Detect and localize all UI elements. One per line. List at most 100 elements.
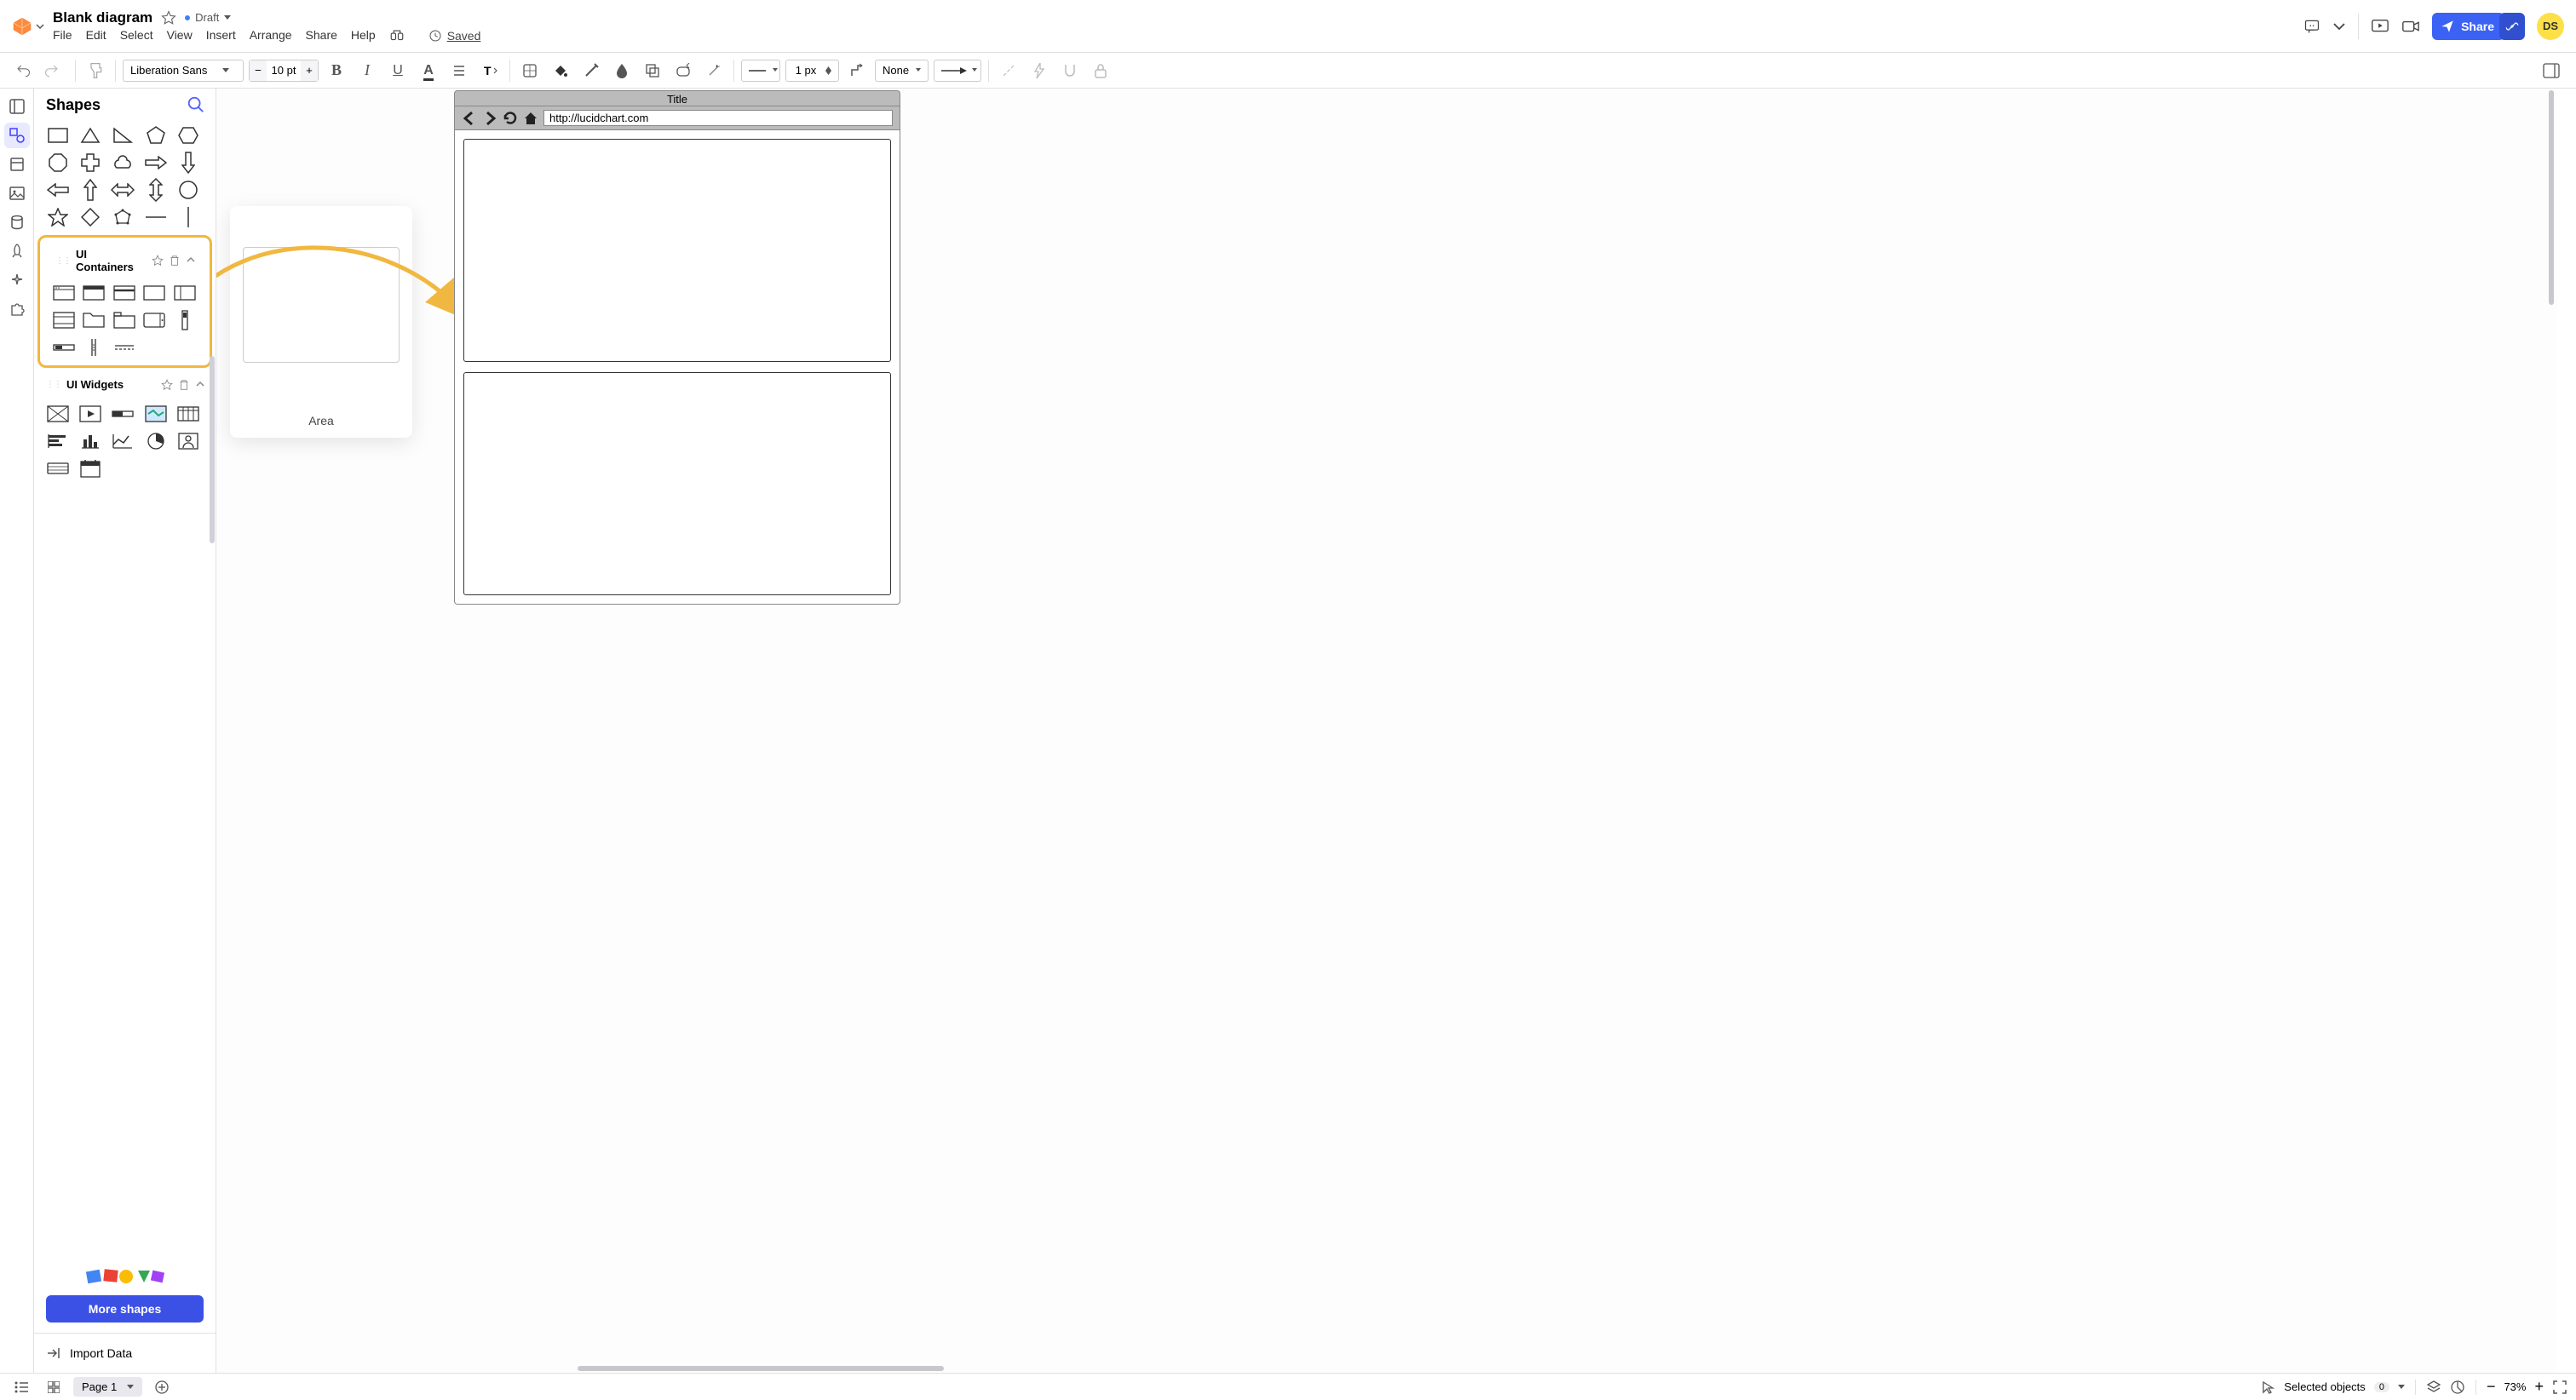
rail-shapes-icon[interactable] — [4, 123, 30, 148]
italic-button[interactable]: I — [354, 58, 380, 83]
video-icon[interactable] — [2401, 17, 2420, 36]
container-panel[interactable] — [173, 282, 197, 304]
line-width-select[interactable]: 1 px — [785, 60, 839, 82]
underline-button[interactable]: U — [385, 58, 411, 83]
widget-pie-chart[interactable] — [144, 430, 168, 452]
shape-octagon[interactable] — [46, 152, 70, 174]
widget-table[interactable] — [176, 403, 200, 425]
zoom-in-button[interactable]: + — [2534, 1378, 2544, 1396]
lock-icon[interactable] — [1088, 58, 1113, 83]
add-page-button[interactable] — [149, 1374, 175, 1400]
list-view-icon[interactable] — [9, 1374, 34, 1400]
arrow-start-select[interactable]: None — [875, 60, 929, 82]
rail-data-icon[interactable] — [4, 209, 30, 235]
shape-right-triangle[interactable] — [111, 124, 135, 146]
browser-mockup[interactable]: Title http://lucidchart.com — [454, 90, 900, 605]
shape-style-icon[interactable] — [670, 58, 696, 83]
rail-sparkle-icon[interactable] — [4, 267, 30, 293]
fullscreen-icon[interactable] — [2552, 1380, 2567, 1395]
text-format-button[interactable]: T — [477, 58, 503, 83]
shape-v-line[interactable] — [176, 206, 200, 228]
line-color-icon[interactable] — [578, 58, 604, 83]
zoom-out-button[interactable]: − — [2487, 1378, 2496, 1396]
pin-icon[interactable] — [161, 379, 173, 391]
widget-hbar-chart[interactable] — [46, 430, 70, 452]
shape-star[interactable] — [46, 206, 70, 228]
font-select[interactable]: Liberation Sans — [123, 60, 244, 82]
shape-cross[interactable] — [78, 152, 102, 174]
shape-circle[interactable] — [176, 179, 200, 201]
magic-wand-icon[interactable] — [701, 58, 727, 83]
line-shape-icon[interactable] — [844, 58, 870, 83]
magnet-icon[interactable] — [1057, 58, 1083, 83]
bold-button[interactable]: B — [324, 58, 349, 83]
widget-keyboard[interactable] — [46, 457, 70, 479]
unlink-icon[interactable] — [996, 58, 1021, 83]
menu-insert[interactable]: Insert — [206, 28, 236, 43]
page-tab[interactable]: Page 1 — [73, 1377, 142, 1397]
container-phone[interactable] — [142, 309, 166, 331]
rail-image-icon[interactable] — [4, 181, 30, 206]
canvas[interactable]: Area Title http://lucidchart.com — [216, 89, 2557, 1373]
shape-hexagon[interactable] — [176, 124, 200, 146]
widget-avatar[interactable] — [176, 430, 200, 452]
app-logo-dropdown[interactable] — [12, 16, 44, 37]
draft-status[interactable]: Draft — [185, 11, 231, 24]
shape-poly-edit[interactable] — [111, 206, 135, 228]
redo-icon[interactable] — [39, 58, 65, 83]
align-button[interactable] — [446, 58, 472, 83]
rail-panel-icon[interactable] — [4, 94, 30, 119]
comment-icon[interactable] — [2303, 18, 2320, 35]
more-shapes-button[interactable]: More shapes — [46, 1295, 204, 1323]
menu-help[interactable]: Help — [351, 28, 376, 43]
container-folder[interactable] — [82, 309, 106, 331]
paint-bucket-icon[interactable] — [548, 58, 573, 83]
container-scrollbar-h[interactable] — [52, 336, 76, 359]
share-link-button[interactable] — [2499, 13, 2525, 40]
shape-cloud[interactable] — [111, 152, 135, 174]
chevron-down-icon[interactable] — [2398, 1385, 2405, 1390]
opacity-icon[interactable] — [609, 58, 635, 83]
container-splitter-v[interactable] — [82, 336, 106, 359]
rail-rocket-icon[interactable] — [4, 238, 30, 264]
container-toolbar[interactable] — [52, 309, 76, 331]
rail-container-icon[interactable] — [4, 152, 30, 177]
trash-icon[interactable] — [178, 379, 190, 391]
play-slideshow-icon[interactable] — [2371, 17, 2389, 36]
undo-icon[interactable] — [10, 58, 36, 83]
saved-status[interactable]: Saved — [428, 28, 481, 43]
widget-vbar-chart[interactable] — [78, 430, 102, 452]
content-area-1[interactable] — [463, 139, 891, 362]
canvas-v-scrollbar[interactable] — [2547, 89, 2556, 1373]
avatar[interactable]: DS — [2537, 13, 2564, 40]
text-color-button[interactable]: A — [416, 58, 441, 83]
widget-progress[interactable] — [111, 403, 135, 425]
cursor-selection-icon[interactable] — [2262, 1380, 2275, 1394]
shape-pentagon[interactable] — [144, 124, 168, 146]
menu-share[interactable]: Share — [306, 28, 337, 43]
widget-map[interactable] — [144, 403, 168, 425]
widget-video[interactable] — [78, 403, 102, 425]
import-data-button[interactable]: Import Data — [34, 1333, 216, 1373]
container-tabs[interactable] — [112, 309, 136, 331]
binoculars-icon[interactable] — [389, 28, 405, 43]
shape-up-arrow[interactable] — [78, 179, 102, 201]
trash-icon[interactable] — [169, 255, 181, 267]
container-dialog[interactable] — [112, 282, 136, 304]
rail-puzzle-icon[interactable] — [4, 296, 30, 322]
menu-select[interactable]: Select — [120, 28, 153, 43]
layers-icon[interactable] — [2426, 1380, 2441, 1395]
copy-style-icon[interactable] — [640, 58, 665, 83]
collapse-icon[interactable] — [186, 255, 196, 265]
panel-scrollbar-thumb[interactable] — [210, 356, 215, 543]
shape-double-h-arrow[interactable] — [111, 179, 135, 201]
search-icon[interactable] — [187, 95, 205, 114]
widget-image-x[interactable] — [46, 403, 70, 425]
shape-down-arrow[interactable] — [176, 152, 200, 174]
pen-nib-icon[interactable] — [2450, 1380, 2465, 1395]
shape-rectangle[interactable] — [46, 124, 70, 146]
increase-font-button[interactable]: + — [301, 60, 318, 81]
arrow-end-select[interactable] — [934, 60, 981, 82]
drag-handle-icon[interactable]: ⋮⋮ — [46, 380, 61, 389]
shape-triangle[interactable] — [78, 124, 102, 146]
